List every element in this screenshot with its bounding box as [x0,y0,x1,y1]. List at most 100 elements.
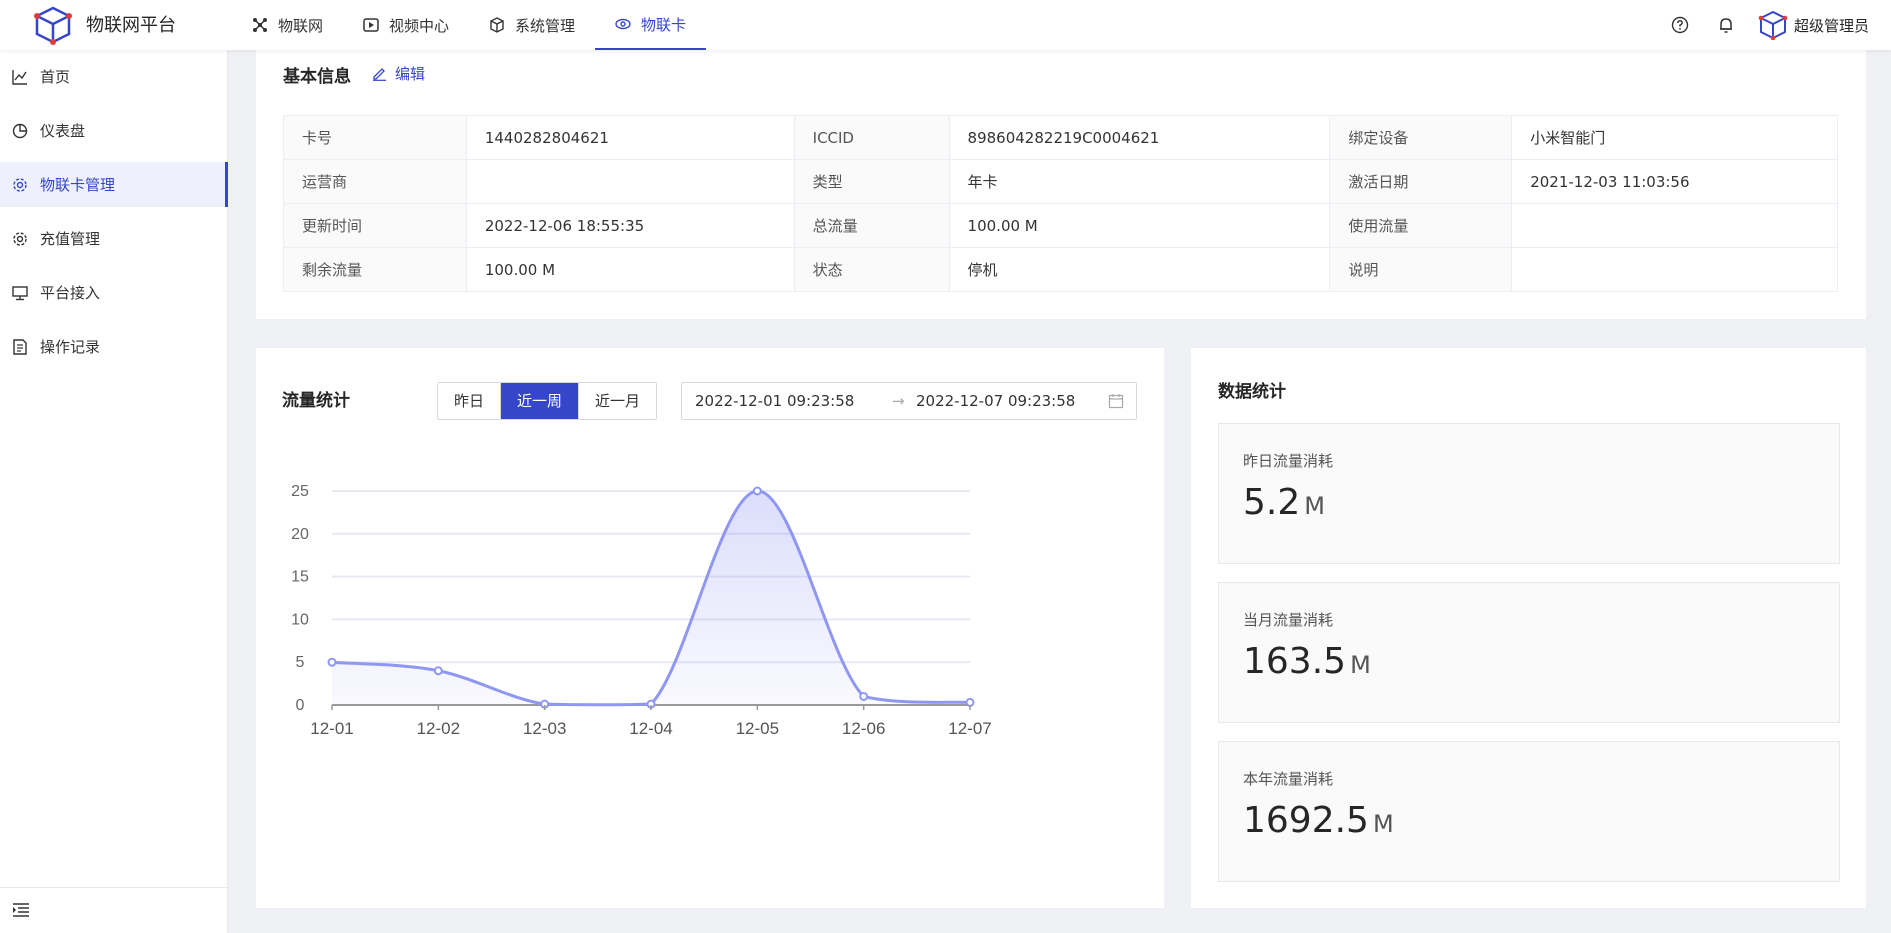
topnav-item-iot-card[interactable]: 物联卡 [595,0,707,50]
collapse-menu-icon[interactable] [12,902,30,918]
top-nav: 物联网 视频中心 系统管理 物联卡 [232,0,707,50]
sidebar-item-platform[interactable]: 平台接入 [0,270,228,315]
area-fill [332,490,970,705]
stat-box-month: 当月流量消耗 163.5 M [1218,582,1840,723]
info-value [1511,203,1838,248]
chart-title: 流量统计 [282,391,350,411]
sidebar-footer [0,887,228,933]
x-tick-label: 12-06 [842,719,885,738]
document-icon [13,338,27,355]
stat-label: 昨日流量消耗 [1243,452,1334,470]
date-start-input[interactable]: 2022-12-01 09:23:58 [695,392,854,410]
y-tick-label: 0 [296,697,305,714]
stat-box-yesterday: 昨日流量消耗 5.2 M [1218,423,1840,564]
range-yesterday-button[interactable]: 昨日 [438,383,502,419]
range-month-button[interactable]: 近一月 [579,383,656,419]
info-value [465,159,795,204]
top-header: 物联网平台 物联网 视频中心 系统管理 物联卡 超级管理员 [0,0,1891,50]
avatar [1758,10,1788,40]
play-icon [363,18,379,32]
info-row: 卡号 1440282804621 ICCID 898604282219C0004621… [283,115,1838,160]
data-point[interactable] [965,697,975,707]
data-point[interactable] [752,486,762,496]
date-end-input[interactable]: 2022-12-07 09:23:58 [916,392,1075,410]
x-tick-label: 12-07 [948,719,991,738]
header-actions: 超级管理员 [1644,0,1869,50]
cube-icon [490,17,504,33]
info-label: 剩余流量 [283,247,467,292]
x-tick-label: 12-02 [417,719,460,738]
info-value: 2021-12-03 11:03:56 [1511,159,1838,204]
data-stats-card: 数据统计 昨日流量消耗 5.2 M 当月流量消耗 163.5 M 本年流量消耗 16… [1191,348,1866,908]
gear-icon [13,231,27,246]
user-name: 超级管理员 [1793,16,1869,35]
x-tick-label: 12-05 [736,719,779,738]
data-point[interactable] [433,666,443,676]
x-tick-label: 12-04 [629,719,672,738]
info-value: 100.00 M [948,203,1331,248]
logo-icon[interactable] [32,5,74,45]
info-title: 基本信息 [283,67,351,87]
range-selector: 昨日 近一周 近一月 [437,382,658,420]
sidebar-item-label: 物联卡管理 [40,176,116,194]
info-value: 小米智能门 [1511,115,1838,160]
chart-icon [12,69,27,85]
eye-icon [615,18,631,30]
sidebar-item-recharge[interactable]: 充值管理 [0,216,228,261]
info-label: 总流量 [793,203,950,248]
info-label: 激活日期 [1329,159,1513,204]
stat-box-year: 本年流量消耗 1692.5 M [1218,741,1840,882]
info-label: ICCID [793,115,950,160]
topnav-label: 物联网 [278,16,324,35]
stat-label: 本年流量消耗 [1243,770,1334,788]
info-label: 使用流量 [1329,203,1513,248]
sidebar-item-label: 平台接入 [40,284,101,302]
data-point[interactable] [859,691,869,701]
sidebar-item-home[interactable]: 首页 [0,54,228,99]
topnav-item-iot[interactable]: 物联网 [232,0,343,50]
date-range-picker[interactable]: 2022-12-01 09:23:58 → 2022-12-07 09:23:5… [681,382,1137,420]
info-value: 1440282804621 [465,115,795,160]
topnav-label: 物联卡 [641,15,687,34]
edit-icon [373,68,386,81]
help-icon[interactable] [1670,15,1690,35]
info-row: 更新时间 2022-12-06 18:55:35 总流量 100.00 M 使用流量 [283,203,1838,248]
info-label: 绑定设备 [1329,115,1513,160]
y-tick-label: 20 [291,526,309,543]
sidebar: 首页 仪表盘 物联卡管理 充值管理 平台接入 操作记录 [0,50,228,933]
user-menu[interactable]: 超级管理员 [1758,10,1869,40]
info-label: 状态 [793,247,950,292]
info-label: 运营商 [283,159,467,204]
info-table: 卡号 1440282804621 ICCID 898604282219C0004621… [283,115,1838,292]
range-week-button[interactable]: 近一周 [501,383,580,419]
edit-button[interactable]: 编辑 [372,63,425,84]
stat-value: 1692.5 M [1243,800,1394,841]
topnav-label: 视频中心 [389,16,450,35]
sidebar-item-label: 仪表盘 [40,122,86,140]
sidebar-item-label: 首页 [40,68,71,86]
topnav-item-system[interactable]: 系统管理 [469,0,595,50]
monitor-icon [12,285,28,300]
bell-icon[interactable] [1716,15,1736,35]
sidebar-item-label: 操作记录 [40,338,101,356]
stat-value: 163.5 M [1243,641,1371,682]
sidebar-item-iot-card[interactable]: 物联卡管理 [0,162,228,207]
info-row: 剩余流量 100.00 M 状态 停机 说明 [283,247,1838,292]
sidebar-item-logs[interactable]: 操作记录 [0,324,228,369]
sidebar-item-dashboard[interactable]: 仪表盘 [0,108,228,153]
stat-label: 当月流量消耗 [1243,611,1334,629]
topnav-item-video[interactable]: 视频中心 [343,0,469,50]
y-tick-label: 15 [291,569,309,586]
edit-label: 编辑 [395,65,426,83]
calendar-icon[interactable] [1108,393,1124,409]
y-tick-label: 5 [296,654,305,671]
info-value [1511,247,1838,292]
info-row: 运营商 类型 年卡 激活日期 2021-12-03 11:03:56 [283,159,1838,204]
data-point[interactable] [327,657,337,667]
y-tick-label: 25 [291,483,309,500]
traffic-chart-card: 流量统计 昨日 近一周 近一月 2022-12-01 09:23:58 → 20… [256,348,1164,908]
info-label: 类型 [793,159,950,204]
grid-icon [253,18,267,32]
info-value: 100.00 M [465,247,795,292]
traffic-area-chart: 0 5 10 15 20 25 12-01 12-02 12-03 12-04 12-05 12-0… [291,483,992,738]
